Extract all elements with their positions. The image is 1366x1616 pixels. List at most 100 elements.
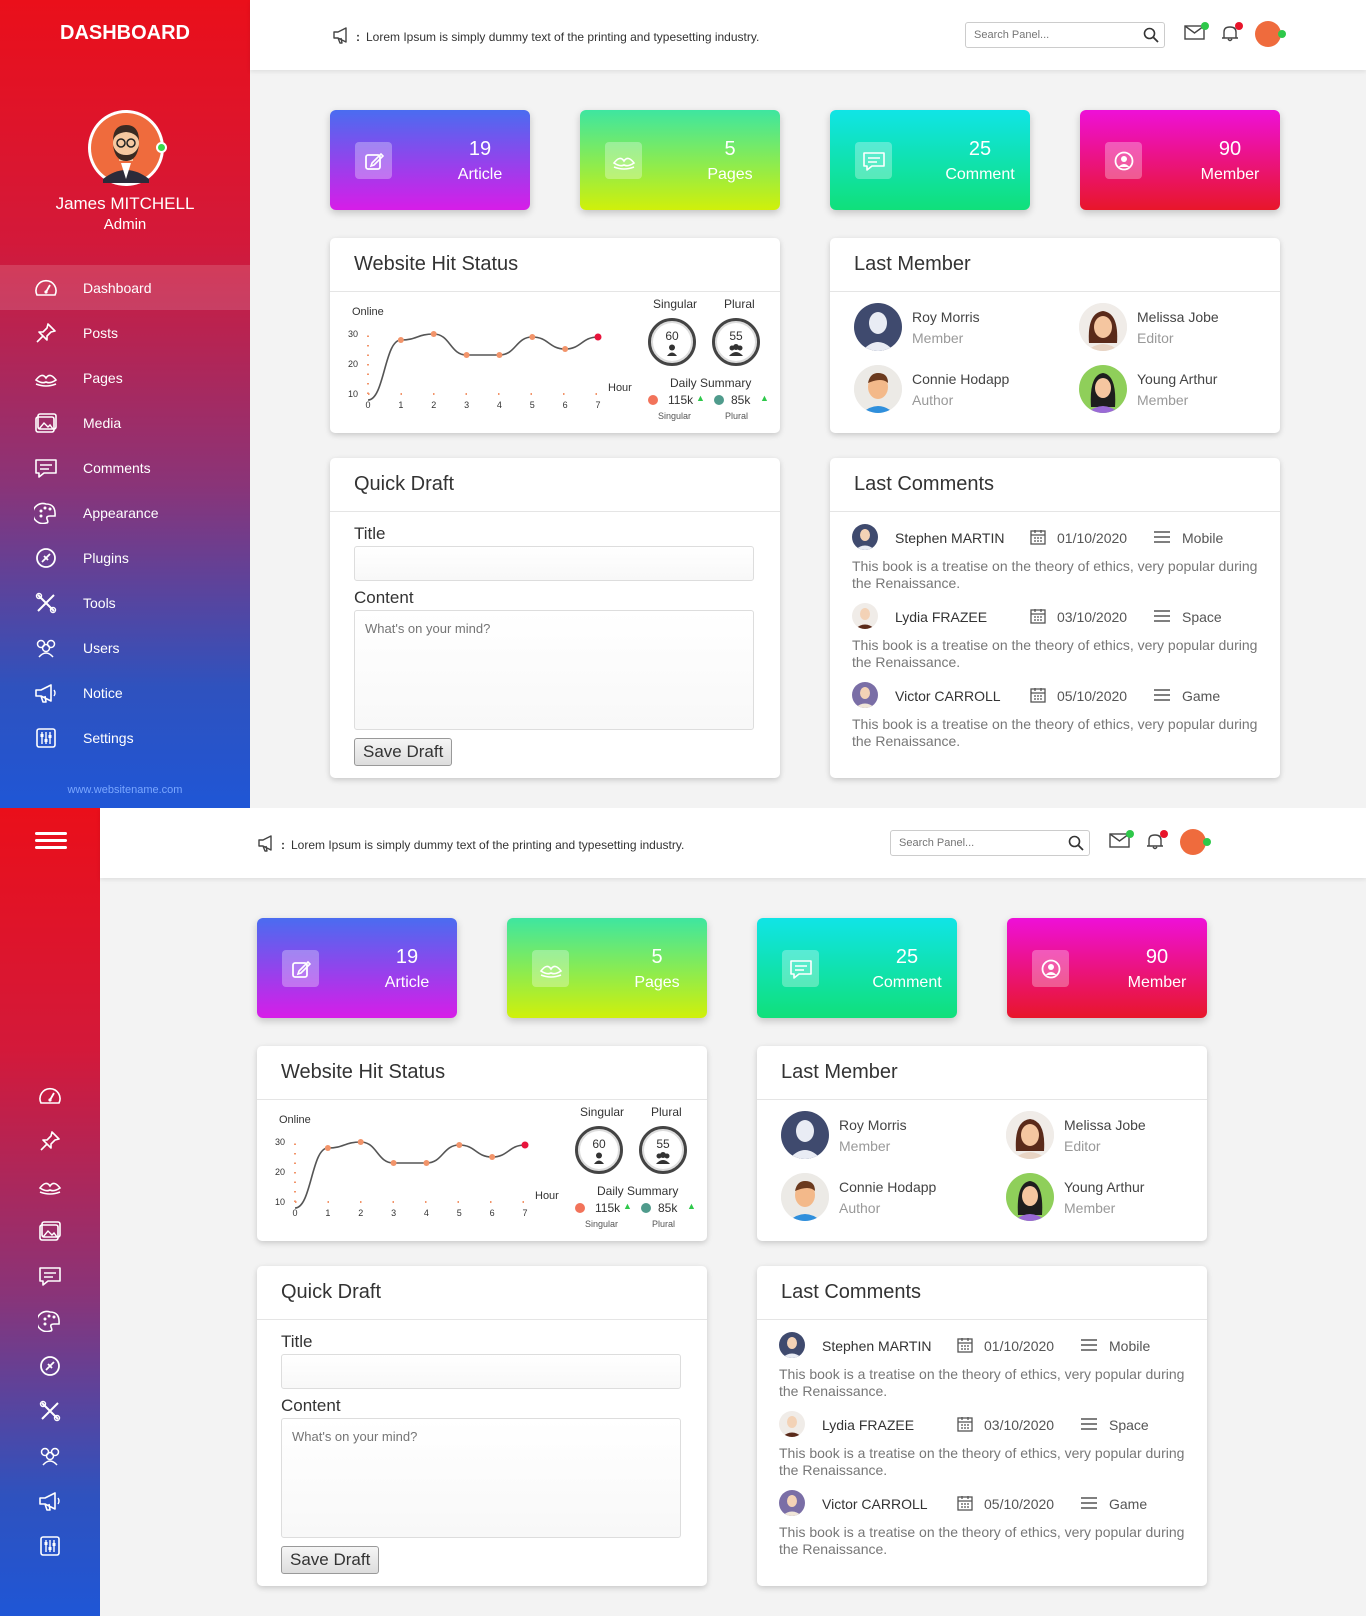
calendar-icon (1030, 529, 1046, 550)
comment-avatar[interactable] (852, 524, 878, 550)
stat-card-comment[interactable]: 25 Comment (830, 110, 1030, 210)
member-item[interactable]: Connie Hodapp Author (854, 365, 1054, 415)
sidebar-item-media[interactable] (0, 1208, 100, 1253)
singular-gauge: 60 (575, 1126, 623, 1174)
search-icon[interactable] (1063, 835, 1089, 851)
comment-category[interactable]: Space (1109, 1417, 1149, 1433)
sidebar-item-dashboard[interactable] (0, 1073, 100, 1118)
daily-summary: Singular Plural 60 55 Daily Summary 115k… (575, 1102, 710, 1242)
member-item[interactable]: Young Arthur Member (1079, 365, 1279, 415)
sidebar-item-tools[interactable] (0, 1388, 100, 1433)
dashboard-collapsed-view: : Lorem Ipsum is simply dummy text of th… (0, 808, 1366, 1616)
member-avatar (1079, 365, 1127, 413)
stat-card-article[interactable]: 19 Article (330, 110, 530, 210)
sidebar-item-appearance[interactable] (0, 1298, 100, 1343)
content-textarea[interactable] (354, 610, 754, 730)
sidebar-item-settings[interactable]: Settings (0, 715, 250, 760)
stat-card-article[interactable]: 19 Article (257, 918, 457, 1018)
search-input[interactable] (966, 24, 1138, 46)
comment-category[interactable]: Game (1182, 688, 1220, 704)
sidebar-item-notice[interactable]: Notice (0, 670, 250, 715)
mail-icon[interactable] (1109, 830, 1134, 854)
comment-avatar[interactable] (779, 1490, 805, 1516)
sidebar-item-media[interactable]: Media (0, 400, 250, 445)
notice-text: Lorem Ipsum is simply dummy text of the … (291, 837, 685, 852)
quick-draft-title: Quick Draft (257, 1266, 707, 1320)
comment-author[interactable]: Lydia FRAZEE (822, 1417, 914, 1433)
menu-toggle-icon[interactable] (35, 828, 67, 854)
sidebar-item-users[interactable]: Users (0, 625, 250, 670)
member-role: Editor (1137, 330, 1174, 346)
comment-avatar[interactable] (852, 603, 878, 629)
sidebar-item-posts[interactable]: Posts (0, 310, 250, 355)
calendar-icon (1030, 608, 1046, 629)
sidebar-item-appearance[interactable]: Appearance (0, 490, 250, 535)
sidebar-item-label: Tools (83, 594, 116, 611)
search-box[interactable] (965, 22, 1165, 48)
sidebar-item-pages[interactable]: Pages (0, 355, 250, 400)
header-avatar[interactable] (1255, 21, 1286, 47)
search-box[interactable] (890, 830, 1090, 856)
bell-icon[interactable] (1220, 22, 1243, 47)
sidebar-item-comments[interactable]: Comments (0, 445, 250, 490)
sidebar-item-settings[interactable] (0, 1523, 100, 1568)
stat-card-pages[interactable]: 5 Pages (580, 110, 780, 210)
comment-author[interactable]: Stephen MARTIN (822, 1338, 931, 1354)
comment-author[interactable]: Stephen MARTIN (895, 530, 1004, 546)
sidebar-item-tools[interactable]: Tools (0, 580, 250, 625)
stat-card-member[interactable]: 90 Member (1080, 110, 1280, 210)
sidebar-item-users[interactable] (0, 1433, 100, 1478)
comment-category[interactable]: Mobile (1182, 530, 1223, 546)
chart-x-tick: 6 (490, 1208, 495, 1218)
comment-category[interactable]: Game (1109, 1496, 1147, 1512)
users-icon (35, 1446, 65, 1466)
member-item[interactable]: Roy Morris Member (854, 303, 1054, 353)
brand-title: DASHBOARD (60, 22, 190, 44)
comment-author[interactable]: Victor CARROLL (895, 688, 1001, 704)
bell-icon[interactable] (1145, 830, 1168, 855)
content-textarea[interactable] (281, 1418, 681, 1538)
save-draft-button[interactable]: Save Draft (354, 738, 453, 766)
member-item[interactable]: Melissa Jobe Editor (1079, 303, 1279, 353)
sidebar-item-comments[interactable] (0, 1253, 100, 1298)
plural-dot (641, 1203, 651, 1213)
title-input[interactable] (281, 1354, 681, 1389)
member-item[interactable]: Connie Hodapp Author (781, 1173, 981, 1223)
member-role: Member (1137, 392, 1189, 408)
website-link[interactable]: www.websitename.com (0, 784, 250, 796)
comment-item: Lydia FRAZEE 03/10/2020 Space This book is … (852, 603, 1262, 670)
sidebar-item-dashboard[interactable]: Dashboard (0, 265, 250, 310)
user-avatar[interactable] (88, 110, 167, 186)
sidebar-item-plugins[interactable]: Plugins (0, 535, 250, 580)
comment-category[interactable]: Mobile (1109, 1338, 1150, 1354)
chart-y-tick: 20 (348, 359, 358, 369)
menu-lines-icon (1154, 530, 1170, 549)
member-item[interactable]: Young Arthur Member (1006, 1173, 1206, 1223)
member-item[interactable]: Melissa Jobe Editor (1006, 1111, 1206, 1161)
comment-avatar[interactable] (779, 1332, 805, 1358)
plugin-icon (31, 547, 61, 569)
calendar-icon (1030, 687, 1046, 708)
comment-author[interactable]: Victor CARROLL (822, 1496, 928, 1512)
member-item[interactable]: Roy Morris Member (781, 1111, 981, 1161)
comment-avatar[interactable] (779, 1411, 805, 1437)
save-draft-button[interactable]: Save Draft (281, 1546, 380, 1574)
comment-icon (782, 950, 819, 987)
search-input[interactable] (891, 832, 1063, 854)
stat-card-comment[interactable]: 25 Comment (757, 918, 957, 1018)
comment-text: This book is a treatise on the theory of… (779, 1366, 1185, 1399)
comment-category[interactable]: Space (1182, 609, 1222, 625)
mail-icon[interactable] (1184, 22, 1209, 46)
comment-avatar[interactable] (852, 682, 878, 708)
sidebar-item-plugins[interactable] (0, 1343, 100, 1388)
group-icon (656, 1152, 670, 1164)
stat-card-member[interactable]: 90 Member (1007, 918, 1207, 1018)
sidebar-item-notice[interactable] (0, 1478, 100, 1523)
sidebar-item-pages[interactable] (0, 1163, 100, 1208)
title-input[interactable] (354, 546, 754, 581)
comment-author[interactable]: Lydia FRAZEE (895, 609, 987, 625)
search-icon[interactable] (1138, 27, 1164, 43)
stat-card-pages[interactable]: 5 Pages (507, 918, 707, 1018)
sidebar-item-posts[interactable] (0, 1118, 100, 1163)
header-avatar[interactable] (1180, 829, 1211, 855)
